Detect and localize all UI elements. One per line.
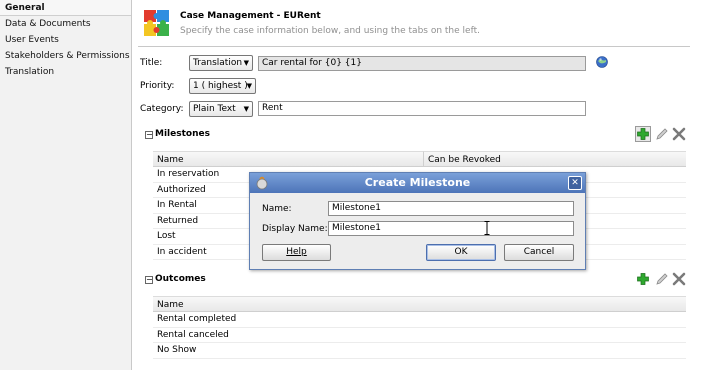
dialog-title-bar[interactable]: Create Milestone ✕: [250, 173, 585, 193]
add-icon[interactable]: [635, 126, 651, 142]
priority-label: Priority:: [140, 81, 175, 91]
priority-dropdown[interactable]: 1 ( highest ) ▼: [189, 78, 256, 94]
display-name-label: Display Name:: [262, 224, 328, 234]
chevron-down-icon: ▼: [243, 105, 249, 113]
name-field[interactable]: Milestone1: [328, 201, 574, 216]
outcomes-table: Name Rental completed Rental canceled No…: [153, 296, 686, 360]
add-icon[interactable]: [635, 271, 651, 287]
milestones-title: Milestones: [155, 129, 210, 139]
help-button[interactable]: Help: [262, 244, 331, 261]
delete-icon[interactable]: [671, 271, 687, 287]
chevron-down-icon: ▼: [246, 82, 252, 90]
outcomes-collapse-toggle[interactable]: −: [145, 276, 153, 284]
sidebar-item-stakeholders-permissions[interactable]: Stakeholders & Permissions: [0, 48, 131, 64]
category-type-value: Plain Text: [193, 104, 236, 114]
category-field[interactable]: Rent: [258, 101, 586, 116]
sidebar: General Data & Documents User Events Sta…: [0, 0, 132, 370]
column-header-name[interactable]: Name: [153, 151, 423, 167]
table-row[interactable]: Rental canceled: [153, 328, 686, 343]
header-divider: [138, 46, 690, 47]
create-milestone-dialog: Create Milestone ✕ Name: Milestone1 Disp…: [249, 172, 586, 270]
title-label: Title:: [140, 58, 163, 68]
sidebar-item-user-events[interactable]: User Events: [0, 32, 131, 48]
column-header-name[interactable]: Name: [153, 296, 686, 312]
ok-button[interactable]: OK: [426, 244, 496, 261]
sidebar-item-translation[interactable]: Translation: [0, 64, 131, 80]
milestones-collapse-toggle[interactable]: −: [145, 131, 153, 139]
priority-value: 1 ( highest ): [193, 81, 248, 91]
chevron-down-icon: ▼: [243, 59, 249, 67]
text-cursor-icon: [484, 221, 490, 235]
cancel-button[interactable]: Cancel: [504, 244, 574, 261]
category-label: Category:: [140, 104, 184, 114]
outcomes-title: Outcomes: [155, 274, 206, 284]
app-icon: [256, 176, 268, 190]
table-row[interactable]: No Show: [153, 343, 686, 359]
help-button-label: Help: [286, 247, 307, 257]
column-header-can-be-revoked[interactable]: Can be Revoked: [423, 151, 686, 167]
dialog-title: Create Milestone: [364, 176, 471, 189]
category-type-dropdown[interactable]: Plain Text ▼: [189, 101, 253, 117]
header: Case Management - EURent Specify the cas…: [138, 5, 694, 47]
close-icon[interactable]: ✕: [568, 176, 582, 190]
edit-icon[interactable]: [654, 271, 670, 287]
edit-icon[interactable]: [654, 126, 670, 142]
puzzle-icon: [144, 10, 169, 36]
name-label: Name:: [262, 204, 292, 214]
title-mode-dropdown[interactable]: Translation ▼: [189, 55, 253, 71]
sidebar-item-data-documents[interactable]: Data & Documents: [0, 16, 131, 32]
cancel-button-label: Cancel: [523, 247, 555, 257]
globe-icon[interactable]: [596, 56, 608, 68]
ok-button-label: OK: [454, 247, 468, 257]
page-subtitle: Specify the case information below, and …: [180, 26, 480, 36]
title-mode-value: Translation: [193, 58, 243, 68]
title-field[interactable]: Car rental for {0} {1}: [258, 56, 586, 71]
delete-icon[interactable]: [671, 126, 687, 142]
display-name-field[interactable]: Milestone1: [328, 221, 574, 236]
table-row[interactable]: Rental completed: [153, 312, 686, 328]
page-title: Case Management - EURent: [180, 11, 321, 21]
sidebar-item-general[interactable]: General: [0, 0, 131, 16]
